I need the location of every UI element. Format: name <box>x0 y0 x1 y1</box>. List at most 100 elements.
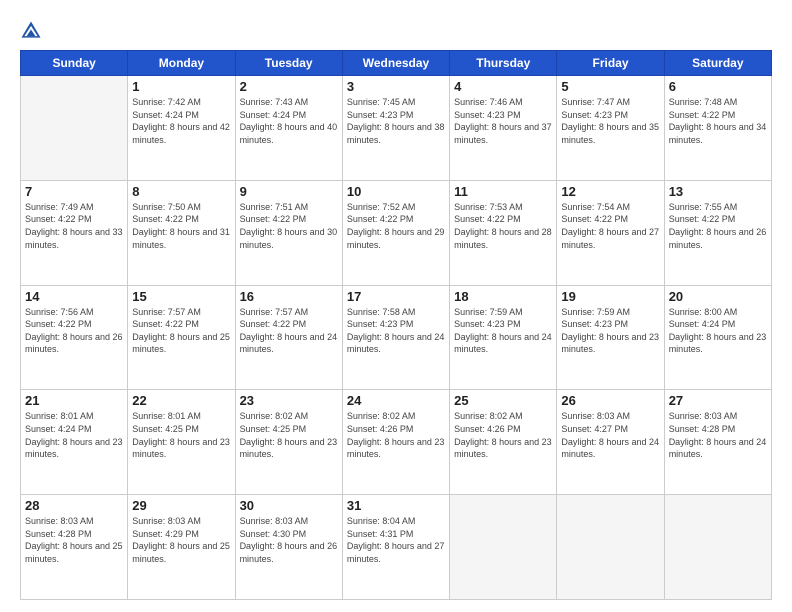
header-day: Friday <box>557 51 664 76</box>
cell-info: Sunrise: 8:03 AMSunset: 4:27 PMDaylight:… <box>561 410 659 460</box>
cell-info: Sunrise: 8:03 AMSunset: 4:28 PMDaylight:… <box>25 515 123 565</box>
calendar-cell <box>450 495 557 600</box>
cell-day-number: 21 <box>25 393 123 408</box>
calendar-cell: 3 Sunrise: 7:45 AMSunset: 4:23 PMDayligh… <box>342 76 449 181</box>
cell-day-number: 10 <box>347 184 445 199</box>
calendar-cell: 5 Sunrise: 7:47 AMSunset: 4:23 PMDayligh… <box>557 76 664 181</box>
logo-icon <box>20 20 42 42</box>
header-day: Monday <box>128 51 235 76</box>
cell-day-number: 19 <box>561 289 659 304</box>
cell-info: Sunrise: 7:49 AMSunset: 4:22 PMDaylight:… <box>25 201 123 251</box>
calendar-cell: 30 Sunrise: 8:03 AMSunset: 4:30 PMDaylig… <box>235 495 342 600</box>
cell-info: Sunrise: 8:03 AMSunset: 4:28 PMDaylight:… <box>669 410 767 460</box>
cell-day-number: 6 <box>669 79 767 94</box>
cell-info: Sunrise: 7:53 AMSunset: 4:22 PMDaylight:… <box>454 201 552 251</box>
calendar-cell: 22 Sunrise: 8:01 AMSunset: 4:25 PMDaylig… <box>128 390 235 495</box>
calendar-cell: 24 Sunrise: 8:02 AMSunset: 4:26 PMDaylig… <box>342 390 449 495</box>
calendar-week: 7 Sunrise: 7:49 AMSunset: 4:22 PMDayligh… <box>21 180 772 285</box>
cell-info: Sunrise: 8:00 AMSunset: 4:24 PMDaylight:… <box>669 306 767 356</box>
calendar-cell: 11 Sunrise: 7:53 AMSunset: 4:22 PMDaylig… <box>450 180 557 285</box>
calendar-cell: 8 Sunrise: 7:50 AMSunset: 4:22 PMDayligh… <box>128 180 235 285</box>
cell-day-number: 29 <box>132 498 230 513</box>
calendar-cell: 27 Sunrise: 8:03 AMSunset: 4:28 PMDaylig… <box>664 390 771 495</box>
calendar-cell: 26 Sunrise: 8:03 AMSunset: 4:27 PMDaylig… <box>557 390 664 495</box>
calendar-cell: 13 Sunrise: 7:55 AMSunset: 4:22 PMDaylig… <box>664 180 771 285</box>
header <box>20 16 772 42</box>
header-day: Tuesday <box>235 51 342 76</box>
cell-info: Sunrise: 7:59 AMSunset: 4:23 PMDaylight:… <box>561 306 659 356</box>
cell-info: Sunrise: 7:47 AMSunset: 4:23 PMDaylight:… <box>561 96 659 146</box>
logo <box>20 20 45 42</box>
cell-info: Sunrise: 8:03 AMSunset: 4:30 PMDaylight:… <box>240 515 338 565</box>
cell-day-number: 11 <box>454 184 552 199</box>
cell-info: Sunrise: 8:02 AMSunset: 4:26 PMDaylight:… <box>347 410 445 460</box>
cell-day-number: 23 <box>240 393 338 408</box>
cell-info: Sunrise: 7:52 AMSunset: 4:22 PMDaylight:… <box>347 201 445 251</box>
header-day: Sunday <box>21 51 128 76</box>
cell-day-number: 2 <box>240 79 338 94</box>
cell-day-number: 16 <box>240 289 338 304</box>
cell-info: Sunrise: 7:58 AMSunset: 4:23 PMDaylight:… <box>347 306 445 356</box>
calendar-cell: 16 Sunrise: 7:57 AMSunset: 4:22 PMDaylig… <box>235 285 342 390</box>
calendar-cell: 6 Sunrise: 7:48 AMSunset: 4:22 PMDayligh… <box>664 76 771 181</box>
calendar-cell: 18 Sunrise: 7:59 AMSunset: 4:23 PMDaylig… <box>450 285 557 390</box>
calendar-week: 28 Sunrise: 8:03 AMSunset: 4:28 PMDaylig… <box>21 495 772 600</box>
cell-info: Sunrise: 7:43 AMSunset: 4:24 PMDaylight:… <box>240 96 338 146</box>
cell-day-number: 31 <box>347 498 445 513</box>
calendar-cell: 21 Sunrise: 8:01 AMSunset: 4:24 PMDaylig… <box>21 390 128 495</box>
cell-day-number: 25 <box>454 393 552 408</box>
header-day: Saturday <box>664 51 771 76</box>
calendar-cell: 2 Sunrise: 7:43 AMSunset: 4:24 PMDayligh… <box>235 76 342 181</box>
cell-info: Sunrise: 8:02 AMSunset: 4:26 PMDaylight:… <box>454 410 552 460</box>
cell-info: Sunrise: 8:01 AMSunset: 4:24 PMDaylight:… <box>25 410 123 460</box>
cell-day-number: 18 <box>454 289 552 304</box>
calendar-cell: 17 Sunrise: 7:58 AMSunset: 4:23 PMDaylig… <box>342 285 449 390</box>
cell-info: Sunrise: 8:04 AMSunset: 4:31 PMDaylight:… <box>347 515 445 565</box>
calendar-cell <box>664 495 771 600</box>
cell-day-number: 4 <box>454 79 552 94</box>
cell-day-number: 15 <box>132 289 230 304</box>
cell-day-number: 9 <box>240 184 338 199</box>
calendar-cell: 4 Sunrise: 7:46 AMSunset: 4:23 PMDayligh… <box>450 76 557 181</box>
calendar-cell: 15 Sunrise: 7:57 AMSunset: 4:22 PMDaylig… <box>128 285 235 390</box>
cell-day-number: 3 <box>347 79 445 94</box>
cell-day-number: 12 <box>561 184 659 199</box>
cell-info: Sunrise: 7:45 AMSunset: 4:23 PMDaylight:… <box>347 96 445 146</box>
calendar-cell: 25 Sunrise: 8:02 AMSunset: 4:26 PMDaylig… <box>450 390 557 495</box>
calendar-cell: 20 Sunrise: 8:00 AMSunset: 4:24 PMDaylig… <box>664 285 771 390</box>
calendar-cell: 28 Sunrise: 8:03 AMSunset: 4:28 PMDaylig… <box>21 495 128 600</box>
cell-info: Sunrise: 7:57 AMSunset: 4:22 PMDaylight:… <box>240 306 338 356</box>
cell-info: Sunrise: 7:42 AMSunset: 4:24 PMDaylight:… <box>132 96 230 146</box>
cell-day-number: 1 <box>132 79 230 94</box>
cell-day-number: 22 <box>132 393 230 408</box>
cell-day-number: 30 <box>240 498 338 513</box>
cell-info: Sunrise: 7:48 AMSunset: 4:22 PMDaylight:… <box>669 96 767 146</box>
cell-day-number: 8 <box>132 184 230 199</box>
calendar-body: 1 Sunrise: 7:42 AMSunset: 4:24 PMDayligh… <box>21 76 772 600</box>
cell-info: Sunrise: 7:56 AMSunset: 4:22 PMDaylight:… <box>25 306 123 356</box>
calendar-cell: 29 Sunrise: 8:03 AMSunset: 4:29 PMDaylig… <box>128 495 235 600</box>
page: SundayMondayTuesdayWednesdayThursdayFrid… <box>0 0 792 612</box>
calendar-cell: 19 Sunrise: 7:59 AMSunset: 4:23 PMDaylig… <box>557 285 664 390</box>
cell-info: Sunrise: 7:54 AMSunset: 4:22 PMDaylight:… <box>561 201 659 251</box>
cell-info: Sunrise: 7:50 AMSunset: 4:22 PMDaylight:… <box>132 201 230 251</box>
cell-info: Sunrise: 7:57 AMSunset: 4:22 PMDaylight:… <box>132 306 230 356</box>
calendar-cell: 23 Sunrise: 8:02 AMSunset: 4:25 PMDaylig… <box>235 390 342 495</box>
calendar-table: SundayMondayTuesdayWednesdayThursdayFrid… <box>20 50 772 600</box>
cell-day-number: 17 <box>347 289 445 304</box>
cell-day-number: 14 <box>25 289 123 304</box>
cell-day-number: 24 <box>347 393 445 408</box>
calendar-header: SundayMondayTuesdayWednesdayThursdayFrid… <box>21 51 772 76</box>
cell-day-number: 7 <box>25 184 123 199</box>
calendar-cell <box>21 76 128 181</box>
calendar-cell: 7 Sunrise: 7:49 AMSunset: 4:22 PMDayligh… <box>21 180 128 285</box>
header-day: Wednesday <box>342 51 449 76</box>
calendar-week: 14 Sunrise: 7:56 AMSunset: 4:22 PMDaylig… <box>21 285 772 390</box>
header-row: SundayMondayTuesdayWednesdayThursdayFrid… <box>21 51 772 76</box>
cell-info: Sunrise: 7:51 AMSunset: 4:22 PMDaylight:… <box>240 201 338 251</box>
calendar-cell: 31 Sunrise: 8:04 AMSunset: 4:31 PMDaylig… <box>342 495 449 600</box>
cell-day-number: 28 <box>25 498 123 513</box>
header-day: Thursday <box>450 51 557 76</box>
cell-info: Sunrise: 7:59 AMSunset: 4:23 PMDaylight:… <box>454 306 552 356</box>
cell-info: Sunrise: 7:55 AMSunset: 4:22 PMDaylight:… <box>669 201 767 251</box>
